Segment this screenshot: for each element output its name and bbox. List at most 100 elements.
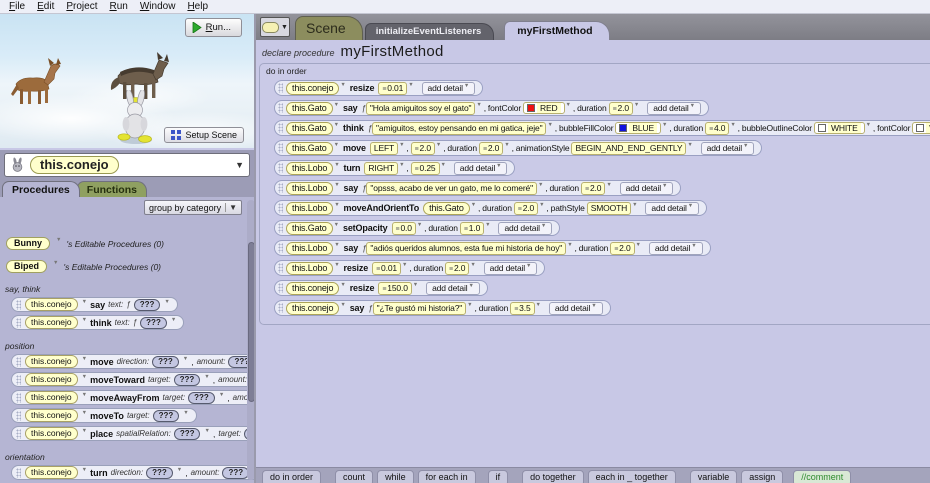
- procedure-tile-say[interactable]: this.conejo▼saytext:ƒ???▼: [11, 297, 178, 312]
- statement-row[interactable]: this.Gato▼moveLEFT▼, ≡2.0▼, duration≡2.0…: [274, 140, 762, 156]
- menu-item-project[interactable]: Project: [60, 1, 103, 12]
- add-detail-button[interactable]: add detail▼: [701, 142, 755, 155]
- add-detail-button[interactable]: add detail▼: [620, 182, 674, 195]
- param-placeholder[interactable]: ???: [140, 317, 167, 329]
- object-pill[interactable]: this.Gato: [286, 222, 333, 235]
- bunny-figure[interactable]: [114, 90, 158, 146]
- procedure-tile-moveto[interactable]: this.conejo▼moveTotarget:???▼: [11, 408, 197, 423]
- flow-tile-assign[interactable]: assign: [741, 470, 783, 483]
- string-argument[interactable]: ƒ"adiós queridos alumnos, esta fue mi hi…: [362, 242, 572, 255]
- chevron-down-icon[interactable]: ▼: [235, 160, 244, 170]
- add-detail-button[interactable]: add detail▼: [454, 162, 508, 175]
- color-argument[interactable]: WHITE▼: [814, 122, 871, 134]
- string-argument[interactable]: ƒ"amiguitos, estoy pensando en mi gatica…: [368, 122, 553, 135]
- statement-row[interactable]: this.Lobo▼sayƒ"opsss, acabo de ver un ga…: [274, 180, 681, 196]
- scene-viewport[interactable]: Run... Setup Scene: [0, 14, 254, 148]
- statement-row[interactable]: this.Lobo▼moveAndOrientTothis.Gato▼, dur…: [274, 200, 707, 216]
- number-argument[interactable]: ≡0.0▼: [392, 222, 423, 235]
- statement-row[interactable]: this.Lobo▼resize≡0.01▼, duration≡2.0▼add…: [274, 260, 545, 276]
- procedure-tile-place[interactable]: this.conejo▼placespatialRelation:???▼, t…: [11, 426, 254, 441]
- param-placeholder[interactable]: ???: [153, 410, 180, 422]
- number-argument[interactable]: ≡4.0▼: [705, 122, 736, 135]
- enum-argument[interactable]: RIGHT▼: [364, 162, 404, 175]
- run-button[interactable]: Run...: [185, 18, 242, 37]
- object-pill[interactable]: this.Lobo: [286, 262, 333, 275]
- number-argument[interactable]: ≡3.5▼: [510, 302, 541, 315]
- flow-tile-for-each-in[interactable]: for each in: [418, 470, 476, 483]
- statement-row[interactable]: this.Lobo▼turnRIGHT▼, ≡0.25▼add detail▼: [274, 160, 515, 176]
- scene-object-dropdown[interactable]: ▼: [260, 17, 290, 37]
- procedure-tile-move[interactable]: this.conejo▼movedirection:???▼, amount:?…: [11, 354, 254, 369]
- object-argument[interactable]: this.Gato▼: [286, 222, 339, 235]
- flow-tile-each-in-together[interactable]: each in _ together: [588, 470, 676, 483]
- object-pill[interactable]: this.conejo: [25, 391, 78, 404]
- flow-tile-while[interactable]: while: [377, 470, 414, 483]
- tab-scene[interactable]: Scene: [295, 16, 363, 40]
- selected-object-pill[interactable]: this.conejo: [30, 156, 119, 174]
- group-by-dropdown[interactable]: group by category ▼: [144, 200, 242, 215]
- string-argument[interactable]: ƒ"¿Te gustó mi historia?"▼: [368, 302, 472, 315]
- procedure-tile-turn[interactable]: this.conejo▼turndirection:???▼, amount:?…: [11, 465, 254, 480]
- number-argument[interactable]: ≡2.0▼: [610, 242, 641, 255]
- menu-item-help[interactable]: Help: [181, 1, 214, 12]
- object-pill[interactable]: this.conejo: [25, 355, 78, 368]
- setup-scene-button[interactable]: Setup Scene: [164, 127, 244, 143]
- menu-item-run[interactable]: Run: [103, 1, 133, 12]
- statement-row[interactable]: this.conejo▼sayƒ"¿Te gustó mi historia?"…: [274, 300, 611, 316]
- flow-tile-count[interactable]: count: [335, 470, 373, 483]
- number-argument[interactable]: ≡2.0▼: [411, 142, 442, 155]
- object-pill[interactable]: this.conejo: [286, 82, 339, 95]
- param-placeholder[interactable]: ???: [152, 356, 179, 368]
- string-argument[interactable]: ƒ"Hola amiguitos soy el gato"▼: [362, 102, 482, 115]
- add-detail-button[interactable]: add detail▼: [422, 82, 476, 95]
- param-placeholder[interactable]: ???: [146, 467, 173, 479]
- statement-row[interactable]: this.Gato▼setOpacity≡0.0▼, duration≡1.0▼…: [274, 220, 560, 236]
- object-argument[interactable]: this.Gato▼: [423, 202, 476, 215]
- number-argument[interactable]: ≡2.0▼: [581, 182, 612, 195]
- object-pill[interactable]: this.conejo: [25, 427, 78, 440]
- object-argument[interactable]: this.conejo▼: [286, 82, 346, 95]
- object-argument[interactable]: this.Gato▼: [286, 102, 339, 115]
- tab-functions[interactable]: Functions: [77, 181, 147, 197]
- color-argument[interactable]: BLUE▼: [615, 122, 667, 134]
- object-argument[interactable]: this.conejo▼: [286, 302, 346, 315]
- object-pill[interactable]: this.Lobo: [286, 242, 333, 255]
- param-placeholder[interactable]: ???: [174, 428, 201, 440]
- number-argument[interactable]: ≡1.0▼: [460, 222, 491, 235]
- flow-tile-variable[interactable]: variable: [690, 470, 738, 483]
- object-pill[interactable]: this.conejo: [25, 466, 78, 479]
- color-argument[interactable]: RED▼: [523, 102, 571, 114]
- add-detail-button[interactable]: add detail▼: [649, 242, 703, 255]
- param-placeholder[interactable]: ???: [222, 467, 249, 479]
- object-pill[interactable]: this.Gato: [286, 122, 333, 135]
- menu-item-edit[interactable]: Edit: [31, 1, 60, 12]
- dog-figure[interactable]: [4, 54, 68, 116]
- object-pill[interactable]: this.conejo: [286, 282, 339, 295]
- statement-row[interactable]: this.conejo▼resize≡150.0▼add detail▼: [274, 280, 488, 296]
- object-argument[interactable]: this.Lobo▼: [286, 202, 339, 215]
- object-pill[interactable]: this.Lobo: [286, 202, 333, 215]
- statement-row[interactable]: this.Gato▼sayƒ"Hola amiguitos soy el gat…: [274, 100, 709, 116]
- menu-item-window[interactable]: Window: [134, 1, 182, 12]
- object-pill[interactable]: this.conejo: [25, 316, 78, 329]
- object-argument[interactable]: this.Lobo▼: [286, 262, 339, 275]
- procedure-tile-movetoward[interactable]: this.conejo▼moveTowardtarget:???▼, amoun…: [11, 372, 254, 387]
- statement-row[interactable]: this.Lobo▼sayƒ"adiós queridos alumnos, e…: [274, 240, 711, 256]
- number-argument[interactable]: ≡0.01▼: [378, 82, 413, 95]
- object-pill[interactable]: this.Lobo: [286, 182, 333, 195]
- tab-my-first-method[interactable]: myFirstMethod: [504, 21, 609, 40]
- class-name-pill[interactable]: Bunny: [6, 237, 50, 250]
- procedure-tile-moveawayfrom[interactable]: this.conejo▼moveAwayFromtarget:???▼, amo…: [11, 390, 254, 405]
- enum-argument[interactable]: LEFT▼: [370, 142, 404, 155]
- object-selector[interactable]: this.conejo ▼: [4, 153, 250, 177]
- number-argument[interactable]: ≡2.0▼: [609, 102, 640, 115]
- object-pill[interactable]: this.Gato: [286, 142, 333, 155]
- add-detail-button[interactable]: add detail▼: [484, 262, 538, 275]
- class-name-pill[interactable]: Biped: [6, 260, 47, 273]
- number-argument[interactable]: ≡2.0▼: [445, 262, 476, 275]
- statement-row[interactable]: this.conejo▼resize≡0.01▼add detail▼: [274, 80, 483, 96]
- do-in-order-block[interactable]: do in order this.conejo▼resize≡0.01▼add …: [259, 63, 930, 325]
- color-argument[interactable]: WHITE▼: [912, 122, 930, 134]
- param-placeholder[interactable]: ???: [134, 299, 161, 311]
- number-argument[interactable]: ≡0.25▼: [411, 162, 446, 175]
